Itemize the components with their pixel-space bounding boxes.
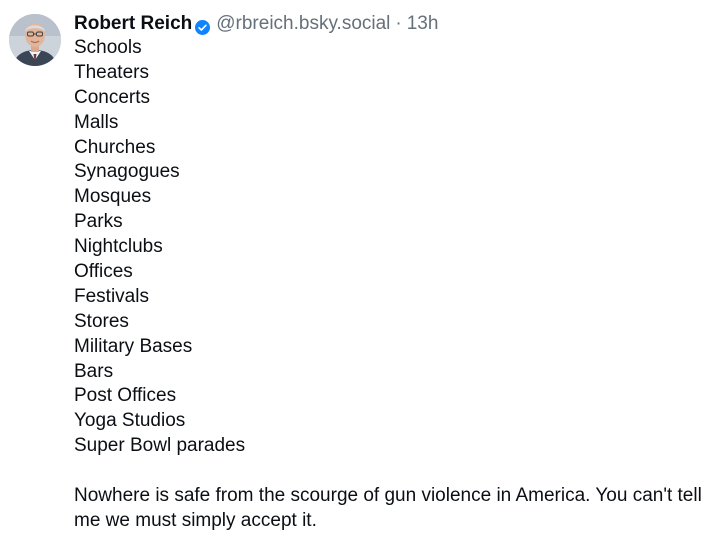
places-list: Schools Theaters Concerts Malls Churches… (74, 36, 714, 459)
list-item: Synagogues (74, 161, 180, 183)
list-item: Super Bowl parades (74, 435, 246, 457)
post-text: Schools Theaters Concerts Malls Churches… (74, 36, 714, 534)
list-item: Concerts (74, 86, 151, 108)
verified-badge-icon (195, 17, 211, 35)
list-item: Mosques (74, 186, 152, 208)
author-handle[interactable]: @rbreich.bsky.social (216, 11, 390, 37)
avatar-photo (9, 14, 61, 66)
post-content: Robert Reich @rbreich.bsky.social · 13h … (74, 11, 714, 534)
closing-paragraph: Nowhere is safe from the scourge of gun … (74, 485, 702, 531)
list-item: Nightclubs (74, 236, 163, 258)
list-item: Stores (74, 310, 129, 332)
list-item: Military Bases (74, 335, 193, 357)
post-timestamp[interactable]: 13h (407, 11, 439, 37)
list-item: Yoga Studios (74, 410, 186, 432)
list-item: Offices (74, 261, 133, 283)
author-avatar[interactable] (9, 14, 61, 66)
post-header: Robert Reich @rbreich.bsky.social · 13h (74, 11, 714, 37)
list-item: Parks (74, 211, 123, 233)
list-item: Churches (74, 136, 156, 158)
list-item: Festivals (74, 285, 149, 307)
list-item: Bars (74, 360, 114, 382)
list-item: Malls (74, 111, 119, 133)
list-item: Theaters (74, 61, 149, 83)
author-display-name[interactable]: Robert Reich (74, 11, 192, 37)
separator-dot: · (395, 13, 402, 34)
post: Robert Reich @rbreich.bsky.social · 13h … (0, 0, 720, 542)
list-item: Schools (74, 37, 142, 58)
list-item: Post Offices (74, 385, 177, 407)
